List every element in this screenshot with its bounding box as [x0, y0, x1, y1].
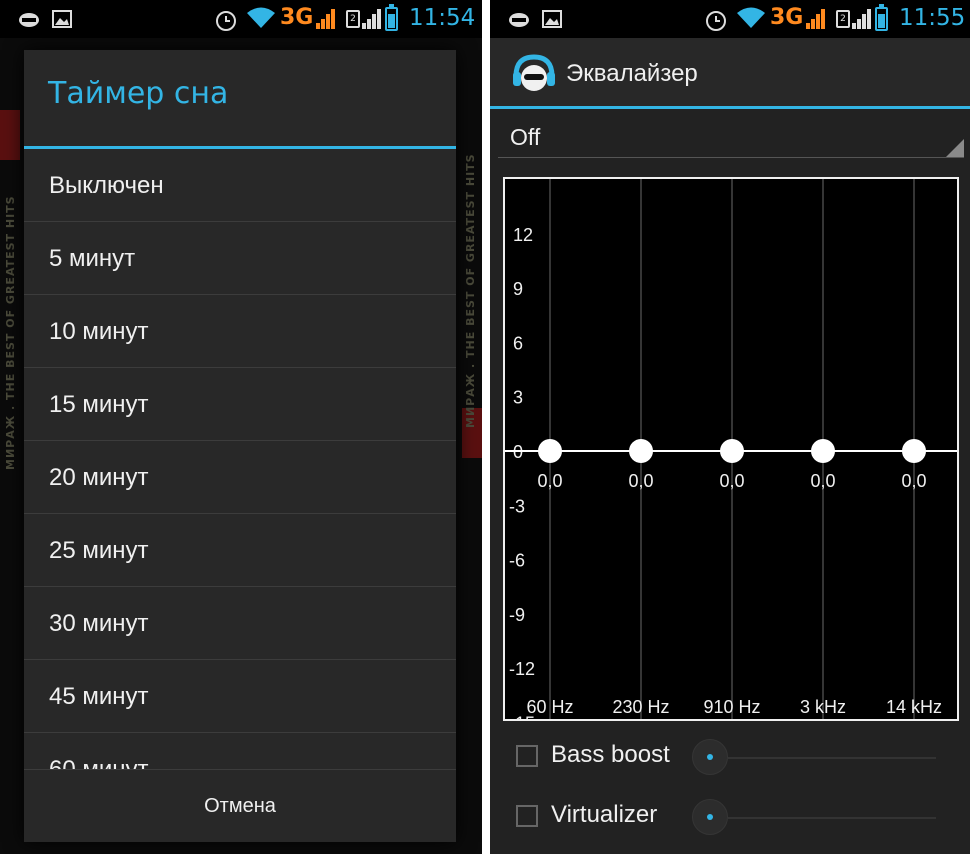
timer-option[interactable]: 45 минут — [24, 660, 456, 733]
bass-boost-slider-thumb[interactable] — [692, 739, 728, 775]
virtualizer-slider-thumb[interactable] — [692, 799, 728, 835]
clock: 11:55 — [899, 5, 966, 31]
band-value-label: 0,0 — [537, 471, 562, 491]
virtualizer-checkbox[interactable] — [516, 805, 538, 827]
band-value-label: 0,0 — [810, 471, 835, 491]
band-frequency-label: 14 kHz — [886, 697, 942, 717]
band-handle[interactable] — [720, 439, 744, 463]
virtualizer-row[interactable]: Virtualizer — [490, 791, 970, 847]
bass-boost-row[interactable]: Bass boost — [490, 731, 970, 787]
band-frequency-label: 3 kHz — [800, 697, 846, 717]
sim-icon: 2 — [346, 10, 360, 28]
background-album-text: МИРАЖ . THE BEST OF GREATEST HITS — [464, 153, 477, 428]
y-tick-label: 9 — [513, 279, 523, 299]
app-title: Эквалайзер — [566, 60, 698, 87]
network-type: 3G — [770, 5, 804, 30]
timer-option[interactable]: Выключен — [24, 149, 456, 222]
app-notification-icon — [18, 10, 40, 32]
band-value-label: 0,0 — [719, 471, 744, 491]
alarm-icon — [214, 8, 238, 36]
background-label — [0, 110, 20, 160]
y-tick-label: -12 — [509, 659, 535, 679]
signal-icon — [852, 9, 872, 29]
alarm-icon — [704, 8, 728, 36]
y-tick-label: 6 — [513, 333, 523, 353]
image-notification-icon — [52, 10, 72, 32]
band-frequency-label: 910 Hz — [703, 697, 760, 717]
timer-option[interactable]: 15 минут — [24, 368, 456, 441]
screen-divider — [482, 0, 490, 854]
preset-spinner[interactable]: Off — [498, 114, 964, 158]
app-logo-icon[interactable] — [512, 54, 556, 94]
timer-option[interactable]: 5 минут — [24, 222, 456, 295]
bass-boost-label: Bass boost — [551, 741, 670, 768]
cancel-button[interactable]: Отмена — [24, 770, 456, 842]
y-tick-label: -6 — [509, 551, 525, 571]
bass-boost-slider-track[interactable] — [728, 757, 936, 759]
signal-icon — [316, 9, 336, 29]
y-tick-label: -9 — [509, 605, 525, 625]
bass-boost-checkbox[interactable] — [516, 745, 538, 767]
timer-option[interactable]: 60 минут — [24, 733, 456, 769]
band-handle[interactable] — [902, 439, 926, 463]
app-notification-icon — [508, 10, 530, 32]
right-screen: 3G 2 11:55 Эквалайзер Off 12 9 6 3 -3 -6… — [490, 0, 970, 854]
virtualizer-label: Virtualizer — [551, 801, 658, 828]
status-bar: 3G 2 11:55 — [490, 0, 970, 38]
wifi-icon — [736, 6, 766, 34]
timer-options-list[interactable]: Выключен 5 минут 10 минут 15 минут 20 минут 2… — [24, 149, 456, 769]
network-type: 3G — [280, 5, 314, 30]
clock: 11:54 — [409, 5, 476, 31]
timer-option[interactable]: 10 минут — [24, 295, 456, 368]
band-value-label: 0,0 — [628, 471, 653, 491]
y-tick-label: -3 — [509, 496, 525, 516]
band-frequency-label: 230 Hz — [612, 697, 669, 717]
status-bar: 3G 2 11:54 — [0, 0, 482, 38]
band-value-label: 0,0 — [901, 471, 926, 491]
timer-option[interactable]: 20 минут — [24, 441, 456, 514]
action-bar-divider — [490, 106, 970, 109]
timer-option[interactable]: 25 минут — [24, 514, 456, 587]
preset-selected-value: Off — [510, 124, 541, 150]
dropdown-arrow-icon — [946, 139, 964, 157]
band-handle[interactable] — [538, 439, 562, 463]
virtualizer-slider-track[interactable] — [728, 817, 936, 819]
signal-icon — [806, 9, 826, 29]
y-tick-label: 12 — [513, 225, 533, 245]
signal-icon — [362, 9, 382, 29]
left-screen: МИРАЖ . THE BEST OF GREATEST HITS МИРАЖ … — [0, 0, 482, 854]
band-handle[interactable] — [811, 439, 835, 463]
equalizer-graph[interactable]: 129630-3-6-9-12-150,060 Hz0,0230 Hz0,091… — [503, 177, 959, 721]
band-frequency-label: 60 Hz — [526, 697, 573, 717]
wifi-icon — [246, 6, 276, 34]
sleep-timer-dialog: Таймер сна Выключен 5 минут 10 минут 15 мин… — [24, 50, 456, 842]
dialog-title: Таймер сна — [48, 76, 229, 111]
y-tick-label: 3 — [513, 388, 523, 408]
timer-option[interactable]: 30 минут — [24, 587, 456, 660]
sim-icon: 2 — [836, 10, 850, 28]
background-album-text: МИРАЖ . THE BEST OF GREATEST HITS — [4, 195, 17, 470]
battery-icon — [875, 4, 888, 31]
action-bar: Эквалайзер — [490, 38, 970, 108]
image-notification-icon — [542, 10, 562, 32]
band-handle[interactable] — [629, 439, 653, 463]
battery-icon — [385, 4, 398, 31]
